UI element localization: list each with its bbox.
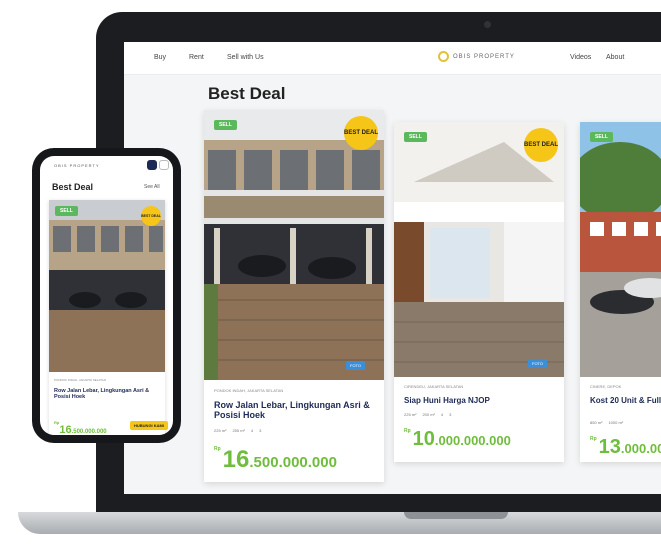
photo-count-badge[interactable]: FOTO bbox=[346, 361, 366, 370]
laptop-screen: Buy Rent Sell with Us OBIS PROPERTY Vide… bbox=[124, 42, 661, 494]
listing-card[interactable]: SELL CINERE, DEPOK Kost 20 Unit & Fully … bbox=[580, 122, 661, 462]
price-lead: 10 bbox=[412, 428, 435, 450]
house-photo-image bbox=[580, 122, 661, 377]
currency: Rp bbox=[404, 428, 411, 434]
bathroom-count: 3 bbox=[259, 428, 262, 433]
currency: Rp bbox=[590, 436, 597, 442]
listing-specs: 225 m² 255 m² 4 3 bbox=[214, 428, 261, 433]
phone-listing-title[interactable]: Row Jalan Lebar, Lingkungan Asri & Posis… bbox=[54, 388, 154, 400]
listing-card[interactable]: SELL BEST DEAL FOTO PONDOK INDAH, JAKART… bbox=[204, 110, 384, 482]
phone-listing-price: Rp16.500.000.000 bbox=[54, 420, 107, 435]
nav-videos[interactable]: Videos bbox=[570, 54, 591, 61]
phone-listing-location: PONDOK INDAH, JAKARTA SELATAN bbox=[54, 378, 106, 382]
phone-screen: OBIS PROPERTY Best Deal See All SELL BES… bbox=[40, 156, 173, 435]
listing-price: Rp13.000.000.000 bbox=[590, 436, 661, 459]
nav-rent[interactable]: Rent bbox=[189, 54, 204, 61]
listing-photo[interactable]: SELL bbox=[580, 122, 661, 377]
best-deal-badge: BEST DEAL bbox=[524, 128, 558, 162]
laptop-camera bbox=[484, 21, 491, 28]
menu-icon[interactable] bbox=[159, 160, 169, 170]
price-rest: .500.000.000 bbox=[249, 454, 337, 471]
search-icon[interactable] bbox=[147, 160, 157, 170]
contact-button[interactable]: HUBUNGI KAMI bbox=[130, 421, 168, 430]
price-lead: 13 bbox=[598, 436, 621, 458]
best-deal-badge: BEST DEAL bbox=[141, 206, 161, 226]
top-navigation: Buy Rent Sell with Us OBIS PROPERTY Vide… bbox=[124, 42, 661, 75]
building-area: 200 m² bbox=[422, 412, 435, 417]
listing-specs: 225 m² 200 m² 4 3 bbox=[404, 412, 451, 417]
photo-count-badge[interactable]: FOTO bbox=[528, 359, 548, 368]
best-deal-badge: BEST DEAL bbox=[344, 116, 378, 150]
listing-price: Rp16.500.000.000 bbox=[214, 446, 337, 474]
sell-badge: SELL bbox=[214, 120, 237, 130]
listing-photo[interactable]: SELL BEST DEAL FOTO bbox=[204, 110, 384, 380]
listing-location: CIRENDEU, JAKARTA SELATAN bbox=[404, 384, 464, 389]
currency: Rp bbox=[214, 446, 221, 452]
listing-card[interactable]: SELL BEST DEAL FOTO CIRENDEU, JAKARTA SE… bbox=[394, 122, 564, 462]
bedroom-count: 4 bbox=[250, 428, 254, 433]
bathroom-count: 3 bbox=[449, 412, 452, 417]
phone-top-bar: OBIS PROPERTY bbox=[40, 156, 173, 174]
phone-section-title: Best Deal bbox=[52, 182, 94, 192]
sell-badge: SELL bbox=[404, 132, 427, 142]
price-lead: 16 bbox=[222, 446, 250, 473]
building-area: 1000 m² bbox=[608, 420, 624, 425]
nav-sell-with-us[interactable]: Sell with Us bbox=[227, 54, 264, 61]
bedroom-count: 4 bbox=[440, 412, 444, 417]
brand-name: OBIS PROPERTY bbox=[453, 53, 515, 60]
listing-photo[interactable]: SELL BEST DEAL FOTO bbox=[394, 122, 564, 377]
phone-brand[interactable]: OBIS PROPERTY bbox=[54, 163, 100, 168]
price-lead: 16 bbox=[59, 424, 72, 435]
listing-location: PONDOK INDAH, JAKARTA SELATAN bbox=[214, 388, 284, 393]
land-area: 225 m² bbox=[404, 412, 417, 417]
price-rest: .000.000.000 bbox=[620, 441, 661, 456]
building-area: 255 m² bbox=[232, 428, 245, 433]
section-title: Best Deal bbox=[208, 84, 286, 103]
house-photo-image bbox=[204, 110, 384, 380]
nav-buy[interactable]: Buy bbox=[154, 54, 166, 61]
nav-about[interactable]: About bbox=[606, 54, 624, 61]
land-area: 850 m² bbox=[590, 420, 603, 425]
listing-specs: 850 m² 1000 m² bbox=[590, 420, 623, 425]
price-rest: .000.000.000 bbox=[434, 433, 511, 448]
house-photo-image bbox=[49, 200, 165, 372]
listing-title[interactable]: Kost 20 Unit & Fully Furnished bbox=[590, 396, 661, 405]
listing-price: Rp 10.000.000.000 bbox=[404, 428, 511, 451]
see-all-link[interactable]: See All bbox=[144, 184, 160, 190]
sell-badge: SELL bbox=[590, 132, 613, 142]
product-mockup: Buy Rent Sell with Us OBIS PROPERTY Vide… bbox=[0, 0, 661, 546]
listing-title[interactable]: Row Jalan Lebar, Lingkungan Asri & Posis… bbox=[214, 400, 379, 420]
logo-mark-icon bbox=[438, 51, 449, 62]
land-area: 225 m² bbox=[214, 428, 227, 433]
price-rest: .500.000.000 bbox=[71, 429, 107, 435]
listing-title[interactable]: Siap Huni Harga NJOP bbox=[404, 396, 559, 405]
laptop-hinge-notch bbox=[404, 512, 508, 519]
sell-badge: SELL bbox=[55, 206, 78, 216]
listing-location: CINERE, DEPOK bbox=[590, 384, 622, 389]
laptop-base bbox=[18, 512, 661, 534]
brand-logo[interactable]: OBIS PROPERTY bbox=[438, 51, 515, 62]
